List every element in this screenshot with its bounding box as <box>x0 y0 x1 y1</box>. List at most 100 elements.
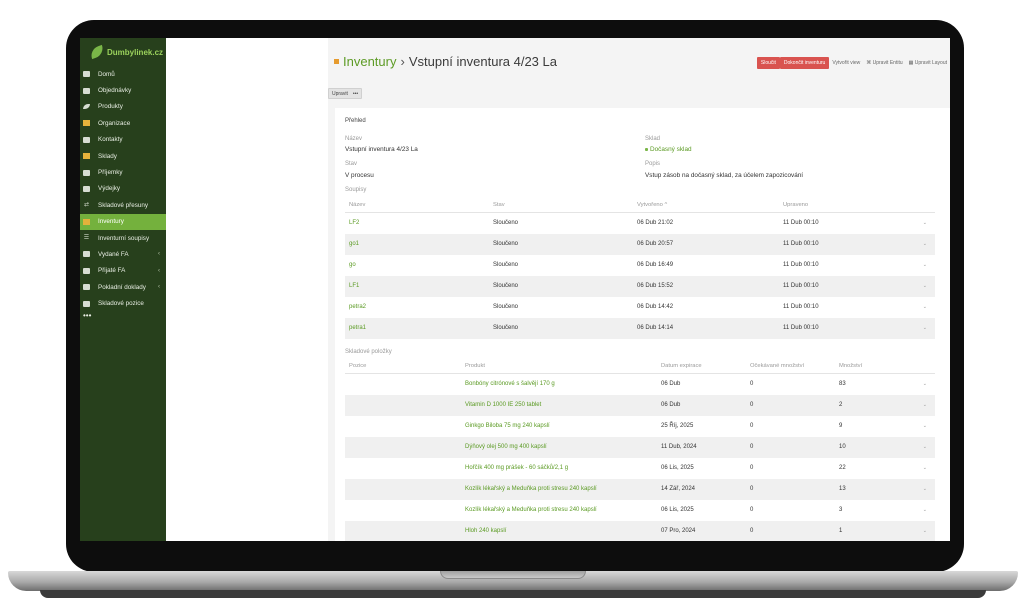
soupis-name-link[interactable]: go1 <box>349 241 359 247</box>
item-expiry: 06 Dub <box>661 381 681 387</box>
chevron-down-icon[interactable]: ⌄ <box>923 381 927 387</box>
sidebar-item-3[interactable]: Organizace <box>80 115 166 131</box>
edit-more-icon[interactable]: ••• <box>353 91 358 97</box>
item-product-link[interactable]: Hloh 240 kapslí <box>465 528 506 534</box>
chevron-down-icon[interactable]: ⌄ <box>923 486 927 492</box>
item-product-link[interactable]: Dýňový olej 500 mg 400 kapslí <box>465 444 547 450</box>
table-row[interactable]: LF1 Sloučeno 06 Dub 15:52 11 Dub 00:10 ⌄ <box>345 276 935 297</box>
table-row[interactable]: petra1 Sloučeno 06 Dub 14:14 11 Dub 00:10 ⌄ <box>345 318 935 339</box>
column-header[interactable]: Množství <box>839 363 862 369</box>
sidebar-item-5[interactable]: Sklady <box>80 148 166 164</box>
warehouse-link[interactable]: Dočasný sklad <box>645 146 692 153</box>
inbox-icon <box>83 87 90 94</box>
column-header[interactable]: Stav <box>493 202 505 208</box>
column-header[interactable]: Produkt <box>465 363 485 369</box>
chevron-down-icon[interactable]: ⌄ <box>923 528 927 534</box>
chevron-down-icon[interactable]: ⌄ <box>923 444 927 450</box>
soupis-name-link[interactable]: go <box>349 262 356 268</box>
name-label: Název <box>345 136 363 142</box>
chevron-down-icon[interactable]: ⌄ <box>923 283 927 289</box>
page-title: Inventury › Vstupní inventura 4/23 La <box>334 54 557 69</box>
item-expected-qty: 0 <box>750 381 754 387</box>
column-header[interactable]: Očekávané množství <box>750 363 804 369</box>
sidebar-item-2[interactable]: Produkty <box>80 99 166 115</box>
create-view-button[interactable]: Vytvořit view <box>829 57 863 69</box>
sidebar: Dumbylinek.cz Domů Objednávky Produkty Orga… <box>80 38 166 541</box>
edit-layout-button[interactable]: ▦ Upravit Layout <box>906 57 950 69</box>
logo[interactable]: Dumbylinek.cz <box>80 38 166 66</box>
chevron-down-icon[interactable]: ⌄ <box>923 262 927 268</box>
item-product-link[interactable]: Hořčík 400 mg prášek - 60 sáčků/2,1 g <box>465 465 568 471</box>
soupis-name-link[interactable]: petra2 <box>349 304 366 310</box>
item-expiry: 06 Lis, 2025 <box>661 465 694 471</box>
soupis-name-link[interactable]: LF2 <box>349 220 359 226</box>
table-row[interactable]: Kozlík lékařský a Meduňka proti stresu 2… <box>345 479 935 500</box>
table-row[interactable]: Hořčík 400 mg prášek - 60 sáčků/2,1 g 06 … <box>345 458 935 479</box>
sidebar-item-label: Skladové přesuny <box>98 201 149 209</box>
table-row[interactable]: Hloh 240 kapslí 07 Pro, 2024 0 1 ⌄ <box>345 521 935 541</box>
sidebar-item-label: Kontakty <box>98 136 123 144</box>
sidebar-item-0[interactable]: Domů <box>80 66 166 82</box>
item-product-link[interactable]: Bonbóny citrónové s šalvějí 170 g <box>465 381 555 387</box>
soupis-updated: 11 Dub 00:10 <box>783 283 819 289</box>
edit-button[interactable]: Upravit ••• <box>328 88 363 99</box>
column-header[interactable]: Pozice <box>349 363 366 369</box>
soupis-state: Sloučeno <box>493 241 519 247</box>
title-bullet-icon <box>334 59 339 64</box>
page-header: Inventury › Vstupní inventura 4/23 La Sl… <box>328 38 950 82</box>
item-expiry: 11 Dub, 2024 <box>661 444 697 450</box>
soupis-state: Sloučeno <box>493 283 519 289</box>
column-header[interactable]: Datum expirace <box>661 363 702 369</box>
edit-entity-button[interactable]: ⌘ Upravit Entitu <box>863 57 905 69</box>
finish-inventory-button[interactable]: Dokončit inventuru <box>779 57 830 69</box>
item-product-link[interactable]: Ginkgo Biloba 75 mg 240 kapslí <box>465 423 550 429</box>
table-row[interactable]: petra2 Sloučeno 06 Dub 14:42 11 Dub 00:10 ⌄ <box>345 297 935 318</box>
chevron-down-icon[interactable]: ⌄ <box>923 325 927 331</box>
table-row[interactable]: go Sloučeno 06 Dub 16:49 11 Dub 00:10 ⌄ <box>345 255 935 276</box>
warehouse-icon <box>83 153 90 160</box>
sidebar-more-button[interactable]: ••• <box>80 311 166 324</box>
app-screen: Dumbylinek.cz Domů Objednávky Produkty Orga… <box>80 38 950 541</box>
sidebar-item-1[interactable]: Objednávky <box>80 82 166 98</box>
sidebar-item-7[interactable]: Výdejky <box>80 181 166 197</box>
sidebar-item-10[interactable]: ☰ Inventurní soupisy <box>80 230 166 246</box>
chevron-down-icon[interactable]: ⌄ <box>923 304 927 310</box>
table-row[interactable]: Kozlík lékařský a Meduňka proti stresu 2… <box>345 500 935 521</box>
item-expected-qty: 0 <box>750 402 754 408</box>
sidebar-item-12[interactable]: Přijaté FA ‹ <box>80 263 166 279</box>
column-header[interactable]: Název <box>349 202 365 208</box>
soupis-name-link[interactable]: petra1 <box>349 325 366 331</box>
chevron-down-icon[interactable]: ⌄ <box>923 220 927 226</box>
column-header[interactable]: Vytvořeno ^ <box>637 202 667 208</box>
item-product-link[interactable]: Kozlík lékařský a Meduňka proti stresu 2… <box>465 507 597 513</box>
sidebar-item-8[interactable]: ⇄ Skladové přesuny <box>80 197 166 213</box>
soupis-updated: 11 Dub 00:10 <box>783 241 819 247</box>
item-product-link[interactable]: Vitamin D 1000 IE 250 tablet <box>465 402 541 408</box>
sidebar-item-11[interactable]: Vydané FA ‹ <box>80 246 166 262</box>
soupis-created: 06 Dub 14:14 <box>637 325 674 331</box>
table-row[interactable]: LF2 Sloučeno 06 Dub 21:02 11 Dub 00:10 ⌄ <box>345 213 935 234</box>
sidebar-item-label: Vydané FA <box>98 250 129 258</box>
sidebar-item-6[interactable]: Příjemky <box>80 164 166 180</box>
table-row[interactable]: go1 Sloučeno 06 Dub 20:57 11 Dub 00:10 ⌄ <box>345 234 935 255</box>
soupis-name-link[interactable]: LF1 <box>349 283 359 289</box>
soupis-state: Sloučeno <box>493 304 519 310</box>
chevron-down-icon[interactable]: ⌄ <box>923 507 927 513</box>
table-row[interactable]: Dýňový olej 500 mg 400 kapslí 11 Dub, 202… <box>345 437 935 458</box>
chevron-down-icon[interactable]: ⌄ <box>923 465 927 471</box>
merge-button[interactable]: Sloučit <box>756 57 780 69</box>
sidebar-item-label: Skladové pozice <box>98 300 144 308</box>
chevron-down-icon[interactable]: ⌄ <box>923 423 927 429</box>
table-row[interactable]: Vitamin D 1000 IE 250 tablet 06 Dub 0 2 ⌄ <box>345 395 935 416</box>
sidebar-item-13[interactable]: Pokladní doklady ‹ <box>80 279 166 295</box>
sidebar-item-14[interactable]: Skladové pozice <box>80 295 166 311</box>
item-product-link[interactable]: Kozlík lékařský a Meduňka proti stresu 2… <box>465 486 597 492</box>
sidebar-item-9[interactable]: Inventury <box>80 213 166 230</box>
table-row[interactable]: Ginkgo Biloba 75 mg 240 kapslí 25 Říj, 20… <box>345 416 935 437</box>
chevron-down-icon[interactable]: ⌄ <box>923 402 927 408</box>
breadcrumb-inventury-link[interactable]: Inventury <box>343 54 396 69</box>
table-row[interactable]: Bonbóny citrónové s šalvějí 170 g 06 Dub 0… <box>345 374 935 395</box>
column-header[interactable]: Upraveno <box>783 202 808 208</box>
chevron-down-icon[interactable]: ⌄ <box>923 241 927 247</box>
sidebar-item-4[interactable]: Kontakty <box>80 132 166 148</box>
